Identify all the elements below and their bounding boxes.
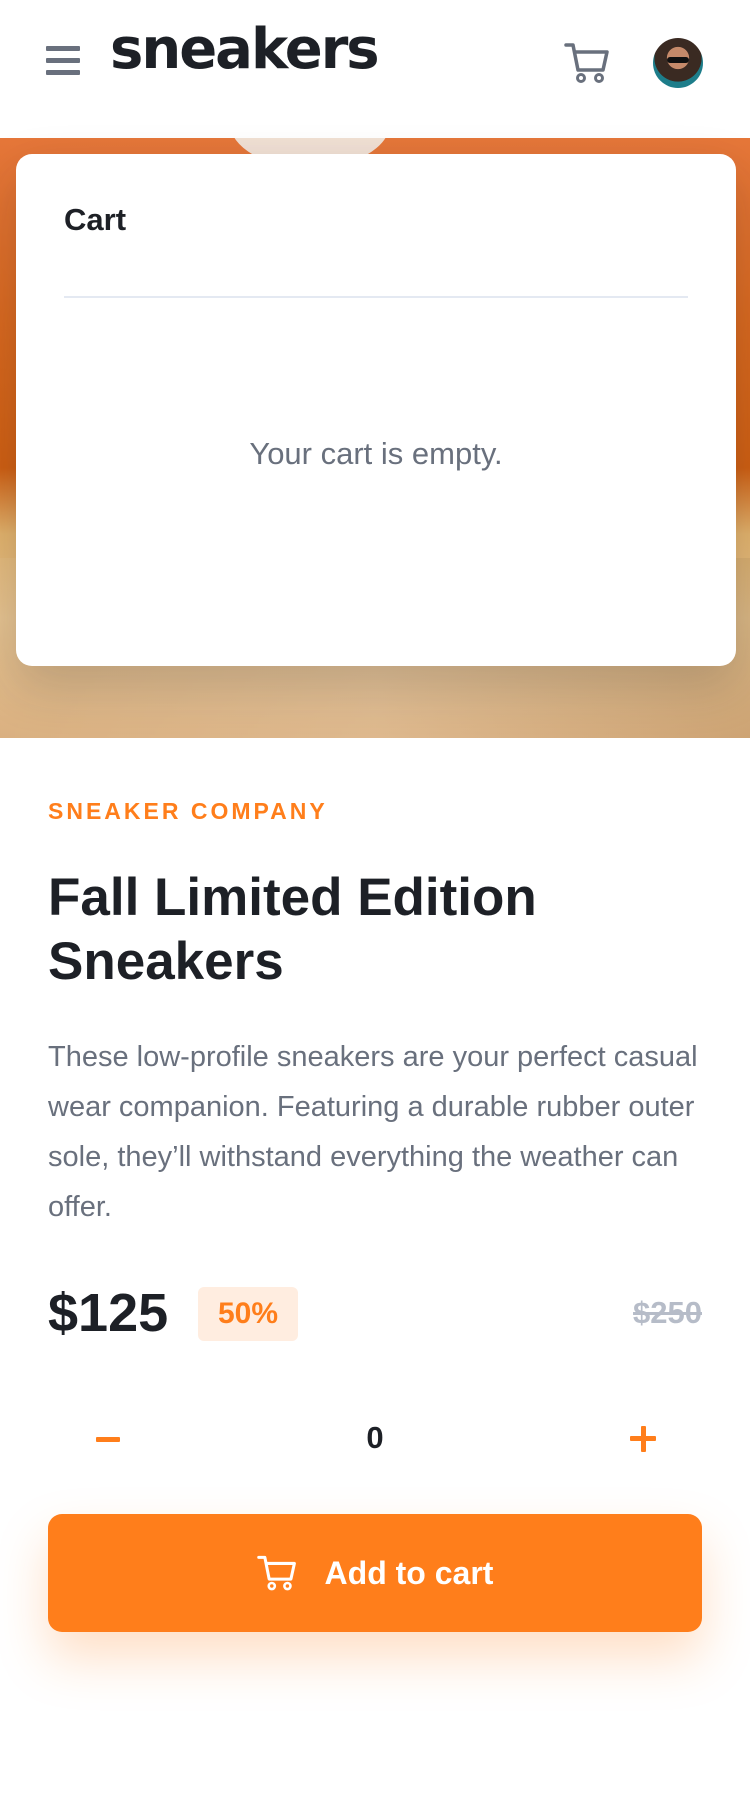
cart-icon bbox=[256, 1555, 296, 1591]
cart-title: Cart bbox=[64, 202, 127, 237]
menu-line bbox=[46, 58, 80, 63]
plus-icon-vertical bbox=[641, 1426, 646, 1452]
menu-line bbox=[46, 46, 80, 51]
add-to-cart-label: Add to cart bbox=[324, 1554, 494, 1591]
minus-icon bbox=[96, 1437, 120, 1442]
cart-popup: Cart Your cart is empty. bbox=[16, 154, 736, 666]
site-header: sneakers bbox=[0, 0, 750, 138]
cart-divider bbox=[64, 296, 688, 298]
quantity-stepper: 0 bbox=[48, 1388, 702, 1488]
cart-empty-message: Your cart is empty. bbox=[249, 436, 503, 471]
add-to-cart-content: Add to cart bbox=[48, 1514, 702, 1632]
product-title: Fall Limited Edition Sneakers bbox=[48, 868, 537, 991]
decrease-quantity-button[interactable] bbox=[48, 1388, 168, 1488]
add-to-cart-button[interactable]: Add to cart bbox=[48, 1514, 702, 1632]
product-description: These low-profile sneakers are your perf… bbox=[48, 1041, 698, 1223]
price-row: $125 50% $250 bbox=[48, 1278, 702, 1348]
discount-badge: 50% bbox=[198, 1287, 298, 1341]
hamburger-menu-icon[interactable] bbox=[46, 46, 80, 76]
original-price: $250 bbox=[633, 1295, 702, 1330]
current-price: $125 bbox=[48, 1283, 169, 1343]
increase-quantity-button[interactable] bbox=[582, 1388, 702, 1488]
company-name: SNEAKER COMPANY bbox=[48, 798, 328, 824]
cart-icon-svg bbox=[564, 43, 609, 83]
product-page: sneakers Cart Your cart is empty. SNEAKE… bbox=[0, 0, 750, 1800]
user-avatar[interactable] bbox=[653, 38, 703, 88]
logo[interactable]: sneakers bbox=[110, 22, 380, 78]
cart-icon[interactable] bbox=[564, 42, 610, 84]
menu-line bbox=[46, 70, 80, 75]
